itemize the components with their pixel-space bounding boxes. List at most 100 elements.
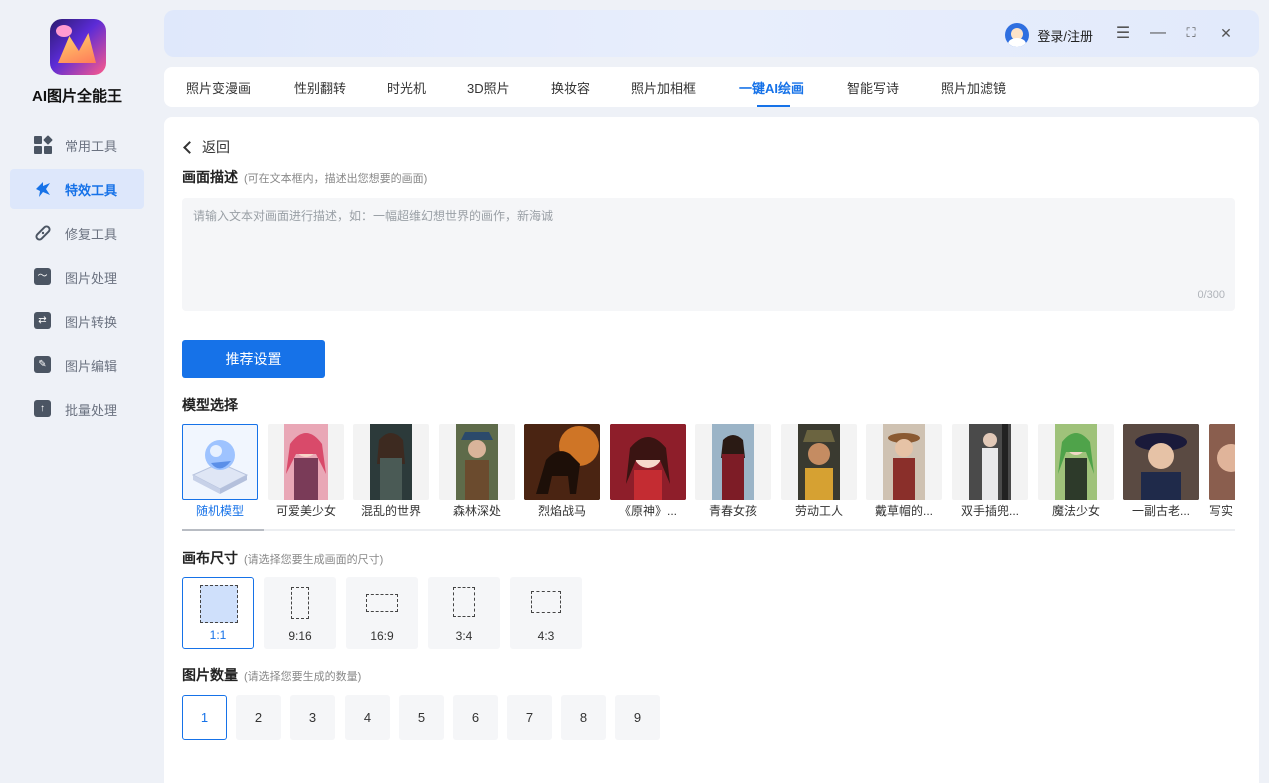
count-option-8[interactable]: 8: [561, 695, 606, 740]
count-hint: (请选择您要生成的数量): [244, 671, 362, 683]
ratio-option-3-4[interactable]: 3:4: [428, 577, 500, 649]
tab-ai-painting[interactable]: 一键AI绘画: [739, 78, 804, 97]
recommend-settings-button[interactable]: 推荐设置: [182, 340, 325, 378]
sidebar-item-batch[interactable]: ↑ 批量处理: [10, 389, 144, 429]
count-option-6[interactable]: 6: [453, 695, 498, 740]
description-input[interactable]: [182, 198, 1235, 311]
model-item[interactable]: 混乱的世界: [353, 424, 429, 524]
desc-title: 画面描述: [182, 169, 238, 185]
model-thumbnail: [524, 424, 600, 500]
tab-photo-filter[interactable]: 照片加滤镜: [941, 78, 1006, 97]
app-logo-icon: [50, 19, 106, 75]
ratio-option-9-16[interactable]: 9:16: [264, 577, 336, 649]
sidebar-item-repair-tools[interactable]: 修复工具: [10, 213, 144, 253]
model-thumbnail: [952, 424, 1028, 500]
fullscreen-icon[interactable]: ⛶: [1178, 20, 1204, 46]
sidebar-item-common-tools[interactable]: 常用工具: [10, 125, 144, 165]
avatar-icon: [1005, 23, 1030, 47]
sidebar-item-label: 图片处理: [65, 270, 118, 286]
menu-icon[interactable]: ☰: [1110, 20, 1136, 46]
convert-icon: ⇄: [34, 312, 52, 330]
model-thumbnail: [268, 424, 344, 500]
tab-smart-poetry[interactable]: 智能写诗: [847, 78, 899, 97]
sidebar-item-image-edit[interactable]: ✎ 图片编辑: [10, 345, 144, 385]
count-option-3[interactable]: 3: [290, 695, 335, 740]
model-label: 魔法少女: [1051, 504, 1100, 518]
login-label: 登录/注册: [1037, 28, 1093, 44]
count-option-1[interactable]: 1: [182, 695, 227, 740]
model-item[interactable]: 青春女孩: [695, 424, 771, 524]
image-icon: 〜: [34, 268, 52, 286]
chevron-left-icon: [183, 140, 196, 154]
model-section-title: 模型选择: [182, 397, 238, 413]
model-thumbnail: [1209, 424, 1235, 500]
tab-makeup[interactable]: 换妆容: [551, 78, 590, 97]
ratio-shape-icon: [531, 591, 561, 613]
count-option-5[interactable]: 5: [399, 695, 444, 740]
desc-section-title: 画面描述 (可在文本框内，描述出您想要的画面): [182, 167, 427, 187]
ratio-label: 4:3: [537, 629, 555, 643]
canvas-hint: (请选择您要生成画面的尺寸): [244, 554, 384, 566]
model-label: 劳动工人: [794, 504, 843, 518]
ratio-label: 16:9: [370, 629, 394, 643]
app-name: AI图片全能王: [31, 88, 122, 105]
sidebar-item-label: 常用工具: [65, 138, 118, 154]
char-counter: 0/300: [1197, 289, 1225, 301]
back-button[interactable]: 返回: [182, 137, 230, 157]
model-item[interactable]: 烈焰战马: [524, 424, 600, 524]
ratio-shape-icon: [200, 585, 238, 623]
model-item[interactable]: 戴草帽的...: [866, 424, 942, 524]
model-thumbnail: [695, 424, 771, 500]
back-label: 返回: [202, 139, 230, 155]
tab-gender-swap[interactable]: 性别翻转: [294, 78, 346, 97]
count-option-9[interactable]: 9: [615, 695, 660, 740]
model-item[interactable]: 《原神》...: [610, 424, 686, 524]
model-label: 混乱的世界: [360, 504, 421, 518]
count-option-4[interactable]: 4: [345, 695, 390, 740]
model-item[interactable]: 双手插兜...: [952, 424, 1028, 524]
model-item[interactable]: 可爱美少女: [268, 424, 344, 524]
sidebar-item-image-convert[interactable]: ⇄ 图片转换: [10, 301, 144, 341]
model-item[interactable]: 一副古老...: [1123, 424, 1199, 524]
sidebar-item-image-processing[interactable]: 〜 图片处理: [10, 257, 144, 297]
tab-photo-to-comic[interactable]: 照片变漫画: [186, 78, 251, 97]
ratio-shape-icon: [291, 587, 309, 619]
ratio-shape-icon: [453, 587, 475, 617]
desc-hint: (可在文本框内，描述出您想要的画面): [244, 173, 428, 185]
close-icon[interactable]: ✕: [1213, 20, 1239, 46]
count-section-title: 图片数量 (请选择您要生成的数量): [182, 665, 361, 685]
count-option-2[interactable]: 2: [236, 695, 281, 740]
grid-icon: [34, 135, 53, 154]
count-title: 图片数量: [182, 667, 238, 683]
model-label: 戴草帽的...: [874, 504, 933, 518]
sidebar-item-effect-tools[interactable]: 特效工具: [10, 169, 144, 209]
model-item[interactable]: 森林深处: [439, 424, 515, 524]
scrollbar-thumb[interactable]: [182, 529, 264, 531]
tab-photo-frame[interactable]: 照片加相框: [631, 78, 696, 97]
model-item[interactable]: 劳动工人: [781, 424, 857, 524]
model-list-scrollbar[interactable]: [182, 529, 1235, 531]
model-thumbnail: [1038, 424, 1114, 500]
model-label: 《原神》...: [618, 504, 677, 518]
login-button[interactable]: 登录/注册: [1005, 23, 1093, 47]
model-item[interactable]: 魔法少女: [1038, 424, 1114, 524]
model-list: 随机模型 可爱美少女 混乱的世界 森林深处 烈焰战马 《原神》... 青春女孩 …: [182, 424, 1235, 532]
count-option-7[interactable]: 7: [507, 695, 552, 740]
tab-time-machine[interactable]: 时光机: [387, 78, 426, 97]
minimize-icon[interactable]: —: [1145, 20, 1171, 46]
model-thumbnail: [781, 424, 857, 500]
main-panel: 返回 画面描述 (可在文本框内，描述出您想要的画面) 0/300 推荐设置 模型选…: [164, 117, 1259, 783]
model-label: 随机模型: [195, 504, 244, 518]
upload-icon: ↑: [34, 400, 52, 418]
model-thumbnail: [353, 424, 429, 500]
ratio-option-16-9[interactable]: 16:9: [346, 577, 418, 649]
model-item-random[interactable]: 随机模型: [182, 424, 258, 524]
ratio-option-1-1[interactable]: 1:1: [182, 577, 254, 649]
model-thumbnail: [610, 424, 686, 500]
ratio-option-4-3[interactable]: 4:3: [510, 577, 582, 649]
sidebar-item-label: 修复工具: [65, 226, 118, 242]
model-thumbnail: [1123, 424, 1199, 500]
bandage-icon: [34, 224, 52, 242]
tab-3d-photo[interactable]: 3D照片: [467, 78, 510, 97]
model-item[interactable]: 写实: [1209, 424, 1235, 524]
